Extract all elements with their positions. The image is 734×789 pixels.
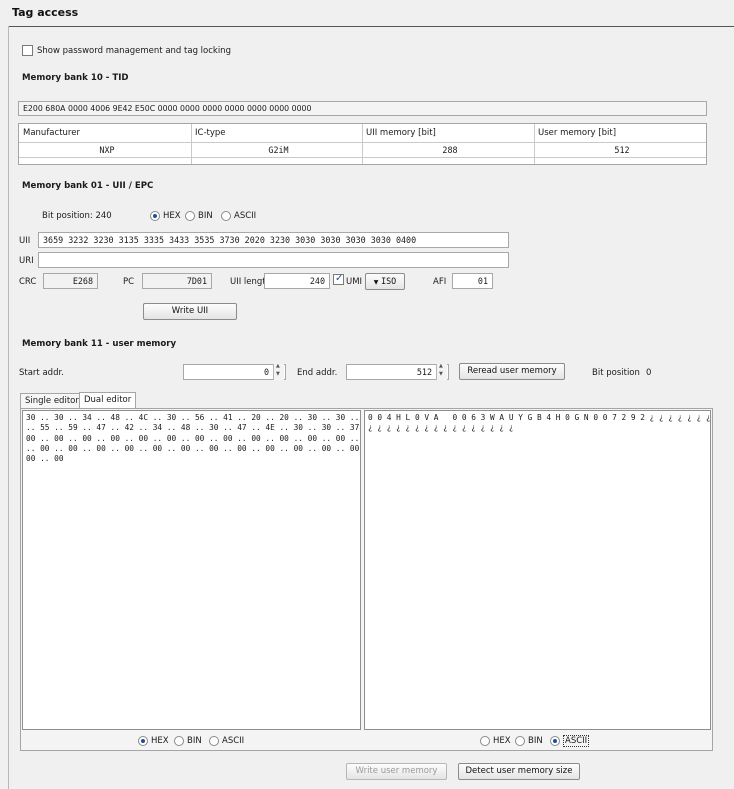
hex-editor-left[interactable]: 30 .. 30 .. 34 .. 48 .. 4C .. 30 .. 56 .… <box>22 410 361 730</box>
umi-checkbox[interactable] <box>333 273 344 285</box>
column-header-ic-type: IC-type <box>195 128 226 138</box>
iso-dropdown[interactable]: ▼ ISO <box>365 273 405 290</box>
title-divider <box>8 26 734 27</box>
bit-position-label: Bit position <box>592 368 640 378</box>
right-bin-label: BIN <box>528 736 543 746</box>
left-hex-label: HEX <box>151 736 169 746</box>
uii-ascii-label: ASCII <box>234 211 257 221</box>
end-addr-input[interactable]: 512 <box>346 364 449 380</box>
umi-label: UMI <box>346 277 363 287</box>
show-password-label: Show password management and tag locking <box>37 46 231 56</box>
tid-heading: Memory bank 10 - TID <box>22 73 129 83</box>
left-bin-label: BIN <box>187 736 202 746</box>
uii-ascii-radio[interactable] <box>221 211 231 221</box>
left-ascii-radio[interactable] <box>209 736 219 746</box>
user-memory-heading: Memory bank 11 - user memory <box>22 339 177 349</box>
right-hex-label: HEX <box>493 736 511 746</box>
right-ascii-label: ASCII <box>563 735 590 747</box>
uii-hex-label: HEX <box>163 211 181 221</box>
pc-label: PC <box>123 277 135 287</box>
uii-heading: Memory bank 01 - UII / EPC <box>22 181 154 191</box>
uii-bin-label: BIN <box>198 211 213 221</box>
ascii-editor-right[interactable]: 0 0 4 H L 0 V A 0 0 6 3 W A U Y G B 4 H … <box>364 410 711 730</box>
tab-dual-editor[interactable]: Dual editor <box>79 392 137 408</box>
uii-label: UII <box>19 236 31 246</box>
right-hex-radio[interactable] <box>480 736 490 746</box>
panel-title: Tag access <box>12 6 79 19</box>
end-addr-spin-icon[interactable] <box>436 363 447 380</box>
column-header-user-memory: User memory [bit] <box>538 128 617 138</box>
start-addr-spin-icon[interactable] <box>273 363 284 380</box>
uri-label: URI <box>19 256 34 266</box>
pc-field: 7D01 <box>142 273 212 289</box>
crc-label: CRC <box>19 277 37 287</box>
bit-position-value: 0 <box>646 368 652 378</box>
end-addr-label: End addr. <box>297 368 338 378</box>
tid-value-field: E200 680A 0000 4006 9E42 E50C 0000 0000 … <box>18 101 707 116</box>
uii-bit-position: Bit position: 240 <box>42 211 112 221</box>
afi-input[interactable]: 01 <box>452 273 493 289</box>
cell-uii-memory: 288 <box>442 145 458 155</box>
cell-ic-type: G2iM <box>268 145 289 155</box>
panel-left-border <box>8 26 9 789</box>
left-bin-radio[interactable] <box>174 736 184 746</box>
start-addr-label: Start addr. <box>19 368 64 378</box>
column-header-uii-memory: UII memory [bit] <box>366 128 436 138</box>
show-password-checkbox[interactable] <box>22 45 33 56</box>
cell-manufacturer: NXP <box>99 145 115 155</box>
right-ascii-radio[interactable] <box>550 736 560 746</box>
write-uii-button[interactable]: Write UII <box>143 303 237 320</box>
iso-dropdown-label: ISO <box>381 276 397 286</box>
left-hex-radio[interactable] <box>138 736 148 746</box>
uii-input[interactable]: 3659 3232 3230 3135 3335 3433 3535 3730 … <box>38 232 509 248</box>
triangle-down-icon: ▼ <box>373 279 379 286</box>
reread-user-memory-button[interactable]: Reread user memory <box>459 363 565 380</box>
detect-user-memory-size-button[interactable]: Detect user memory size <box>458 763 580 780</box>
uii-hex-radio[interactable] <box>150 211 160 221</box>
tid-info-table: Manufacturer IC-type UII memory [bit] Us… <box>18 123 707 165</box>
uri-input[interactable] <box>38 252 509 268</box>
uii-bin-radio[interactable] <box>185 211 195 221</box>
uii-length-input[interactable]: 240 <box>264 273 330 289</box>
write-user-memory-button[interactable]: Write user memory <box>346 763 447 780</box>
column-header-manufacturer: Manufacturer <box>23 128 80 138</box>
cell-user-memory: 512 <box>614 145 630 155</box>
afi-label: AFI <box>433 277 447 287</box>
left-ascii-label: ASCII <box>222 736 245 746</box>
right-bin-radio[interactable] <box>515 736 525 746</box>
start-addr-input[interactable]: 0 <box>183 364 286 380</box>
crc-field: E268 <box>43 273 98 289</box>
tab-single-editor[interactable]: Single editor <box>20 393 84 408</box>
